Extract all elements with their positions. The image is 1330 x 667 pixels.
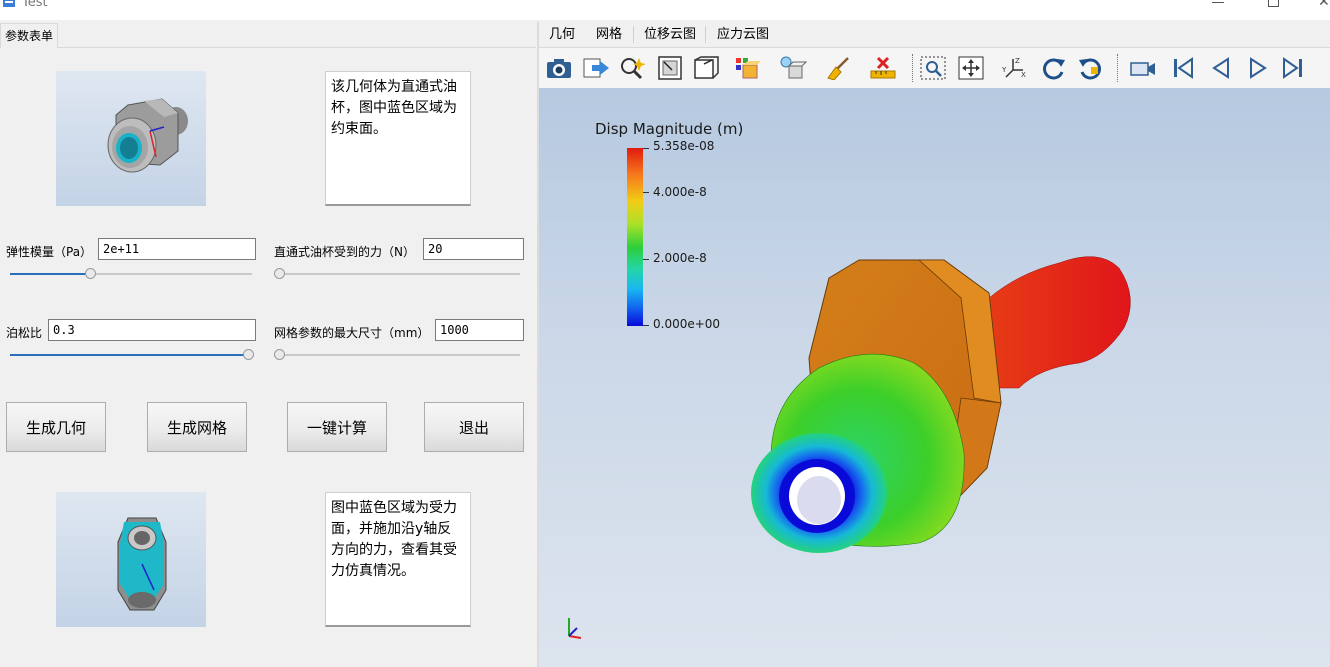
- color-cubes-icon[interactable]: [734, 56, 762, 80]
- youngs-modulus-slider[interactable]: [10, 268, 252, 280]
- displacement-color-bar: [627, 148, 643, 326]
- parameter-panel: 该几何体为直通式油杯，图中蓝色区域为约束面。 弹性模量（Pa） 2e+11 直通…: [0, 47, 536, 657]
- generate-mesh-button[interactable]: 生成网格: [147, 402, 247, 452]
- axes-icon[interactable]: ZX Y: [1001, 56, 1029, 80]
- load-preview-image: [56, 492, 206, 627]
- poisson-ratio-input[interactable]: 0.3: [48, 319, 256, 341]
- load-description: 图中蓝色区域为受力面，并施加沿y轴反方向的力，查看其受力仿真情况。: [325, 492, 471, 627]
- poisson-ratio-slider[interactable]: [10, 349, 254, 361]
- slider-handle[interactable]: [274, 268, 285, 279]
- exit-button[interactable]: 退出: [424, 402, 524, 452]
- force-slider[interactable]: [274, 268, 520, 280]
- maximize-icon[interactable]: [1268, 0, 1279, 7]
- rotate-ccw-icon[interactable]: [1077, 56, 1105, 80]
- svg-text:X: X: [1021, 71, 1026, 79]
- first-frame-icon[interactable]: [1169, 56, 1197, 80]
- view-box-icon[interactable]: [692, 56, 720, 80]
- viewer-toolbar: ZX Y: [539, 48, 1330, 88]
- minimize-icon[interactable]: [1212, 2, 1224, 3]
- poisson-ratio-label: 泊松比: [6, 326, 43, 340]
- displacement-model: [751, 256, 1131, 553]
- view-frame-icon[interactable]: [656, 56, 684, 80]
- zoom-region-icon[interactable]: [919, 56, 947, 80]
- geometry-preview-image: [56, 71, 206, 206]
- slider-handle[interactable]: [85, 268, 96, 279]
- view-menu-bar: 几何 网格 位移云图 应力云图: [539, 22, 1330, 48]
- title-bar: Test ✕: [0, 0, 1330, 20]
- camera-icon[interactable]: [545, 56, 573, 80]
- magic-zoom-icon[interactable]: [619, 56, 647, 80]
- light-cube-icon[interactable]: [779, 56, 807, 80]
- youngs-modulus-label: 弹性模量（Pa）: [6, 245, 93, 259]
- left-tab-bar: 参数表单: [0, 22, 536, 48]
- last-frame-icon[interactable]: [1279, 56, 1307, 80]
- geometry-description: 该几何体为直通式油杯，图中蓝色区域为约束面。: [325, 71, 471, 206]
- mesh-size-input[interactable]: 1000: [435, 319, 524, 341]
- tab-parameter-form[interactable]: 参数表单: [0, 23, 59, 48]
- youngs-modulus-input[interactable]: 2e+11: [98, 238, 256, 260]
- svg-text:Z: Z: [1015, 57, 1020, 65]
- play-icon[interactable]: [1243, 56, 1271, 80]
- close-icon[interactable]: ✕: [1318, 0, 1330, 10]
- legend-title: Disp Magnitude (m): [595, 120, 744, 138]
- app-icon: [3, 0, 15, 7]
- menu-stress-contour[interactable]: 应力云图: [717, 22, 769, 47]
- video-camera-icon[interactable]: [1129, 56, 1157, 80]
- compute-button[interactable]: 一键计算: [287, 402, 387, 452]
- fit-all-icon[interactable]: [957, 56, 985, 80]
- svg-text:Y: Y: [1001, 66, 1007, 74]
- menu-mesh[interactable]: 网格: [596, 22, 622, 47]
- mesh-size-label: 网格参数的最大尺寸（mm）: [274, 326, 430, 340]
- menu-displacement-contour[interactable]: 位移云图: [644, 22, 696, 47]
- window-title: Test: [22, 0, 48, 10]
- force-label: 直通式油杯受到的力（N）: [274, 245, 415, 259]
- slider-handle[interactable]: [274, 349, 285, 360]
- slider-handle[interactable]: [243, 349, 254, 360]
- result-viewport[interactable]: Disp Magnitude (m) 5.358e-08 4.000e-8 2.…: [539, 88, 1330, 667]
- mesh-size-slider[interactable]: [274, 349, 520, 361]
- rotate-cw-icon[interactable]: [1039, 56, 1067, 80]
- menu-geometry[interactable]: 几何: [549, 22, 575, 47]
- prev-frame-icon[interactable]: [1206, 56, 1234, 80]
- legend-tick-label: 4.000e-8: [653, 185, 707, 199]
- legend-tick-label: 2.000e-8: [653, 251, 707, 265]
- orientation-axes-icon: [568, 618, 582, 639]
- generate-geometry-button[interactable]: 生成几何: [6, 402, 106, 452]
- export-icon[interactable]: [582, 56, 610, 80]
- legend-min-label: 0.000e+00: [653, 317, 721, 331]
- legend-max-label: 5.358e-08: [653, 139, 715, 153]
- broom-icon[interactable]: [824, 56, 852, 80]
- force-input[interactable]: 20: [423, 238, 524, 260]
- ruler-delete-icon[interactable]: [869, 56, 897, 80]
